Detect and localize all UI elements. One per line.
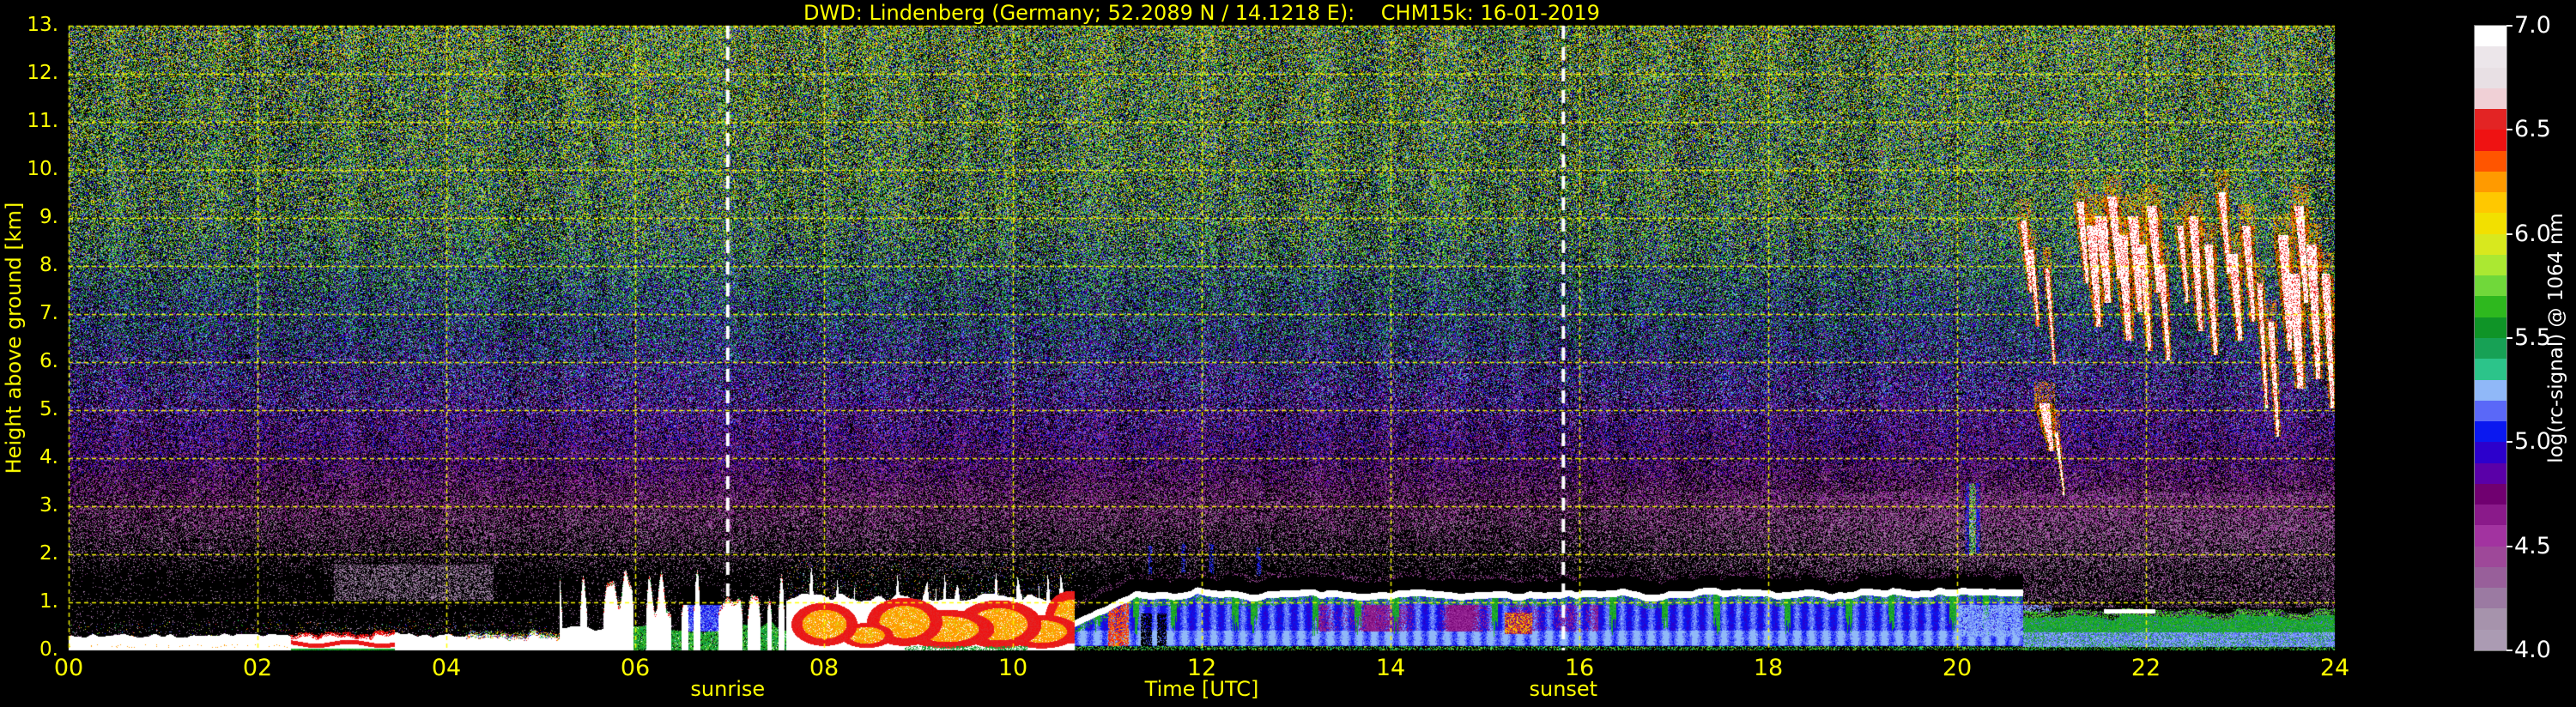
colorbar-segment bbox=[2475, 462, 2506, 484]
colorbar-segment bbox=[2475, 26, 2506, 47]
x-tick-label: 10 bbox=[997, 655, 1028, 681]
x-tick-label: 14 bbox=[1375, 655, 1406, 681]
colorbar-segment bbox=[2475, 421, 2506, 443]
colorbar-tick-label: 5.5 bbox=[2514, 324, 2551, 351]
colorbar-tick-mark bbox=[2506, 441, 2512, 444]
colorbar-segment bbox=[2475, 400, 2506, 422]
colorbar-segment bbox=[2475, 566, 2506, 589]
y-tick-label: 6. bbox=[39, 350, 58, 372]
colorbar-segment bbox=[2475, 588, 2506, 609]
colorbar-segment bbox=[2475, 109, 2506, 130]
colorbar-segment bbox=[2475, 359, 2506, 380]
y-tick-label: 2. bbox=[39, 542, 58, 565]
y-tick-label: 7. bbox=[39, 302, 58, 324]
colorbar-tick-label: 5.0 bbox=[2514, 428, 2551, 456]
colorbar-segment bbox=[2475, 337, 2506, 360]
colorbar-tick-mark bbox=[2506, 233, 2512, 235]
colorbar-segment bbox=[2475, 67, 2506, 88]
colorbar-segment bbox=[2475, 629, 2506, 650]
y-axis-title: Height above ground [km] bbox=[2, 202, 26, 474]
colorbar-segment bbox=[2475, 130, 2506, 151]
colorbar-segment bbox=[2475, 608, 2506, 630]
colorbar-segment bbox=[2475, 150, 2506, 172]
colorbar-tick-label: 4.0 bbox=[2514, 637, 2551, 663]
colorbar-segment bbox=[2475, 233, 2506, 255]
colorbar-segment bbox=[2475, 483, 2506, 505]
colorbar-segment bbox=[2475, 192, 2506, 214]
y-tick-label: 0. bbox=[39, 638, 58, 661]
heatmap-canvas bbox=[0, 0, 2576, 707]
colorbar-tick-mark bbox=[2506, 25, 2512, 27]
colorbar-tick-label: 6.5 bbox=[2514, 116, 2551, 143]
x-tick-label: 04 bbox=[431, 655, 462, 681]
y-tick-label: 4. bbox=[39, 446, 58, 468]
x-tick-label: 22 bbox=[2131, 655, 2161, 681]
y-tick-label: 8. bbox=[39, 254, 58, 276]
y-tick-label: 9. bbox=[39, 206, 58, 228]
colorbar-segment bbox=[2475, 317, 2506, 338]
colorbar-segment bbox=[2475, 525, 2506, 547]
y-tick-label: 3. bbox=[39, 494, 58, 517]
colorbar-tick-mark bbox=[2506, 129, 2512, 131]
colorbar-segment bbox=[2475, 275, 2506, 297]
page-title: DWD: Lindenberg (Germany; 52.2089 N / 14… bbox=[803, 1, 1600, 25]
x-tick-label: 02 bbox=[242, 655, 273, 681]
x-tick-label: 16 bbox=[1564, 655, 1595, 681]
ceilometer-quicklook-figure: DWD: Lindenberg (Germany; 52.2089 N / 14… bbox=[0, 0, 2576, 707]
x-tick-label: 12 bbox=[1186, 655, 1217, 681]
colorbar-tick-label: 6.0 bbox=[2514, 220, 2551, 247]
y-tick-label: 11. bbox=[27, 110, 58, 132]
sunrise-label: sunrise bbox=[690, 677, 766, 701]
colorbar-tick-label: 4.5 bbox=[2514, 532, 2551, 559]
colorbar-segment bbox=[2475, 442, 2506, 463]
y-tick-label: 1. bbox=[39, 590, 58, 613]
colorbar-segment bbox=[2475, 213, 2506, 234]
y-tick-label: 10. bbox=[27, 158, 58, 180]
colorbar-tick-mark bbox=[2506, 337, 2512, 339]
x-tick-label: 06 bbox=[620, 655, 651, 681]
colorbar-segment bbox=[2475, 546, 2506, 567]
y-tick-label: 5. bbox=[39, 398, 58, 420]
colorbar-tick-label: 7.0 bbox=[2514, 12, 2551, 39]
colorbar bbox=[2474, 25, 2507, 651]
colorbar-segment bbox=[2475, 505, 2506, 526]
x-tick-label: 08 bbox=[809, 655, 839, 681]
colorbar-segment bbox=[2475, 254, 2506, 276]
y-tick-label: 13. bbox=[27, 14, 58, 36]
colorbar-segment bbox=[2475, 379, 2506, 401]
x-tick-label: 24 bbox=[2319, 655, 2350, 681]
y-tick-label: 12. bbox=[27, 62, 58, 84]
colorbar-tick-mark bbox=[2506, 545, 2512, 547]
x-tick-label: 20 bbox=[1942, 655, 1973, 681]
x-tick-label: 18 bbox=[1753, 655, 1784, 681]
colorbar-segment bbox=[2475, 296, 2506, 317]
colorbar-segment bbox=[2475, 88, 2506, 110]
colorbar-segment bbox=[2475, 171, 2506, 193]
colorbar-segment bbox=[2475, 46, 2506, 68]
colorbar-tick-mark bbox=[2506, 650, 2512, 651]
